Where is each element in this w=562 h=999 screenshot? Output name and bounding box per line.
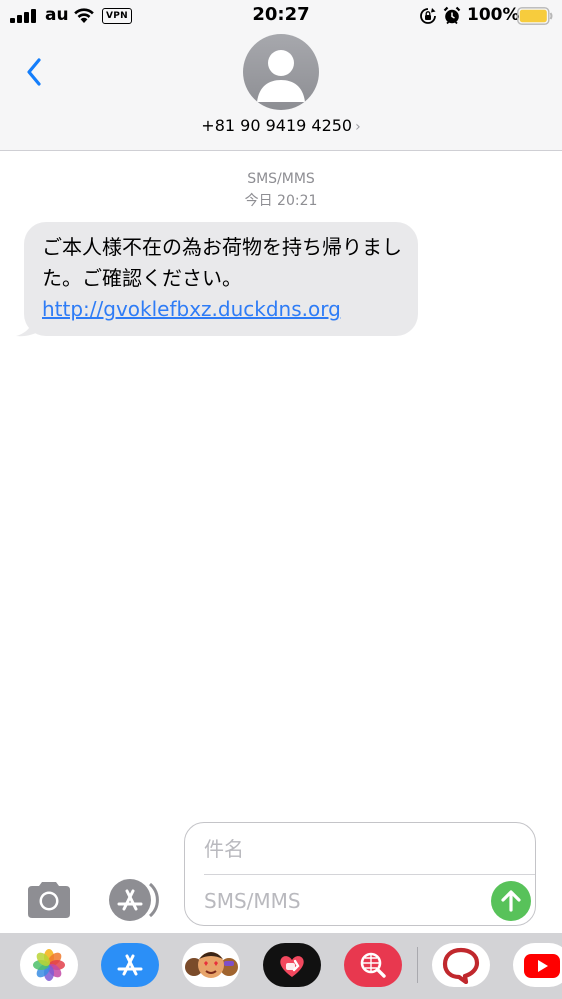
back-button[interactable] bbox=[14, 50, 54, 94]
app-drawer-memoji[interactable] bbox=[182, 943, 240, 987]
service-label: SMS/MMS bbox=[247, 171, 315, 187]
compose-divider bbox=[204, 874, 535, 875]
compose-box bbox=[184, 822, 536, 926]
conversation-header: au VPN 20:27 100% +81 90 9419 4250 › bbox=[0, 0, 562, 151]
memoji-icon bbox=[185, 952, 238, 978]
camera-icon bbox=[28, 882, 70, 918]
app-store-icon bbox=[109, 879, 159, 921]
subject-input[interactable] bbox=[204, 835, 504, 863]
photos-icon bbox=[33, 949, 65, 981]
app-drawer-youtube[interactable] bbox=[513, 943, 562, 987]
message-timestamp: 今日 20:21 bbox=[244, 193, 318, 209]
message-input[interactable] bbox=[204, 887, 474, 915]
app-drawer bbox=[0, 933, 562, 999]
app-drawer-digital-touch[interactable] bbox=[263, 943, 321, 987]
incoming-message-bubble[interactable]: ご本人様不在の為お荷物を持ち帰りました。ご確認ください。 http://gvok… bbox=[24, 222, 418, 336]
message-text: ご本人様不在の為お荷物を持ち帰りました。ご確認ください。 bbox=[42, 235, 402, 290]
camera-button[interactable] bbox=[24, 880, 74, 920]
globe-search-icon bbox=[360, 952, 386, 978]
person-silhouette-icon bbox=[257, 50, 305, 102]
app-drawer-photos[interactable] bbox=[20, 943, 78, 987]
send-button[interactable] bbox=[491, 881, 531, 921]
app-drawer-images-search[interactable] bbox=[344, 943, 402, 987]
rotation-lock-icon bbox=[420, 8, 436, 24]
chevron-left-icon bbox=[27, 58, 41, 86]
battery-percent: 100% bbox=[467, 5, 520, 25]
speech-bubble-icon bbox=[442, 947, 480, 984]
status-bar: au VPN 20:27 100% bbox=[0, 0, 562, 32]
heart-touch-icon bbox=[280, 956, 304, 977]
contact-name-button[interactable]: +81 90 9419 4250 › bbox=[0, 116, 562, 135]
app-store-drawer-button[interactable] bbox=[104, 878, 162, 922]
battery-icon bbox=[517, 7, 553, 25]
app-drawer-divider bbox=[417, 947, 418, 983]
youtube-icon bbox=[524, 954, 560, 978]
app-drawer-app-store[interactable] bbox=[101, 943, 159, 987]
app-store-icon bbox=[117, 954, 143, 976]
contact-phone-number: +81 90 9419 4250 bbox=[201, 116, 353, 135]
alarm-icon bbox=[443, 6, 461, 25]
chevron-right-icon: › bbox=[355, 119, 361, 135]
contact-avatar[interactable] bbox=[243, 34, 319, 110]
message-body: ご本人様不在の為お荷物を持ち帰りました。ご確認ください。 http://gvok… bbox=[42, 232, 406, 325]
arrow-up-icon bbox=[501, 890, 521, 912]
message-link[interactable]: http://gvoklefbxz.duckdns.org bbox=[42, 294, 406, 325]
app-drawer-speech-bubble[interactable] bbox=[432, 943, 490, 987]
